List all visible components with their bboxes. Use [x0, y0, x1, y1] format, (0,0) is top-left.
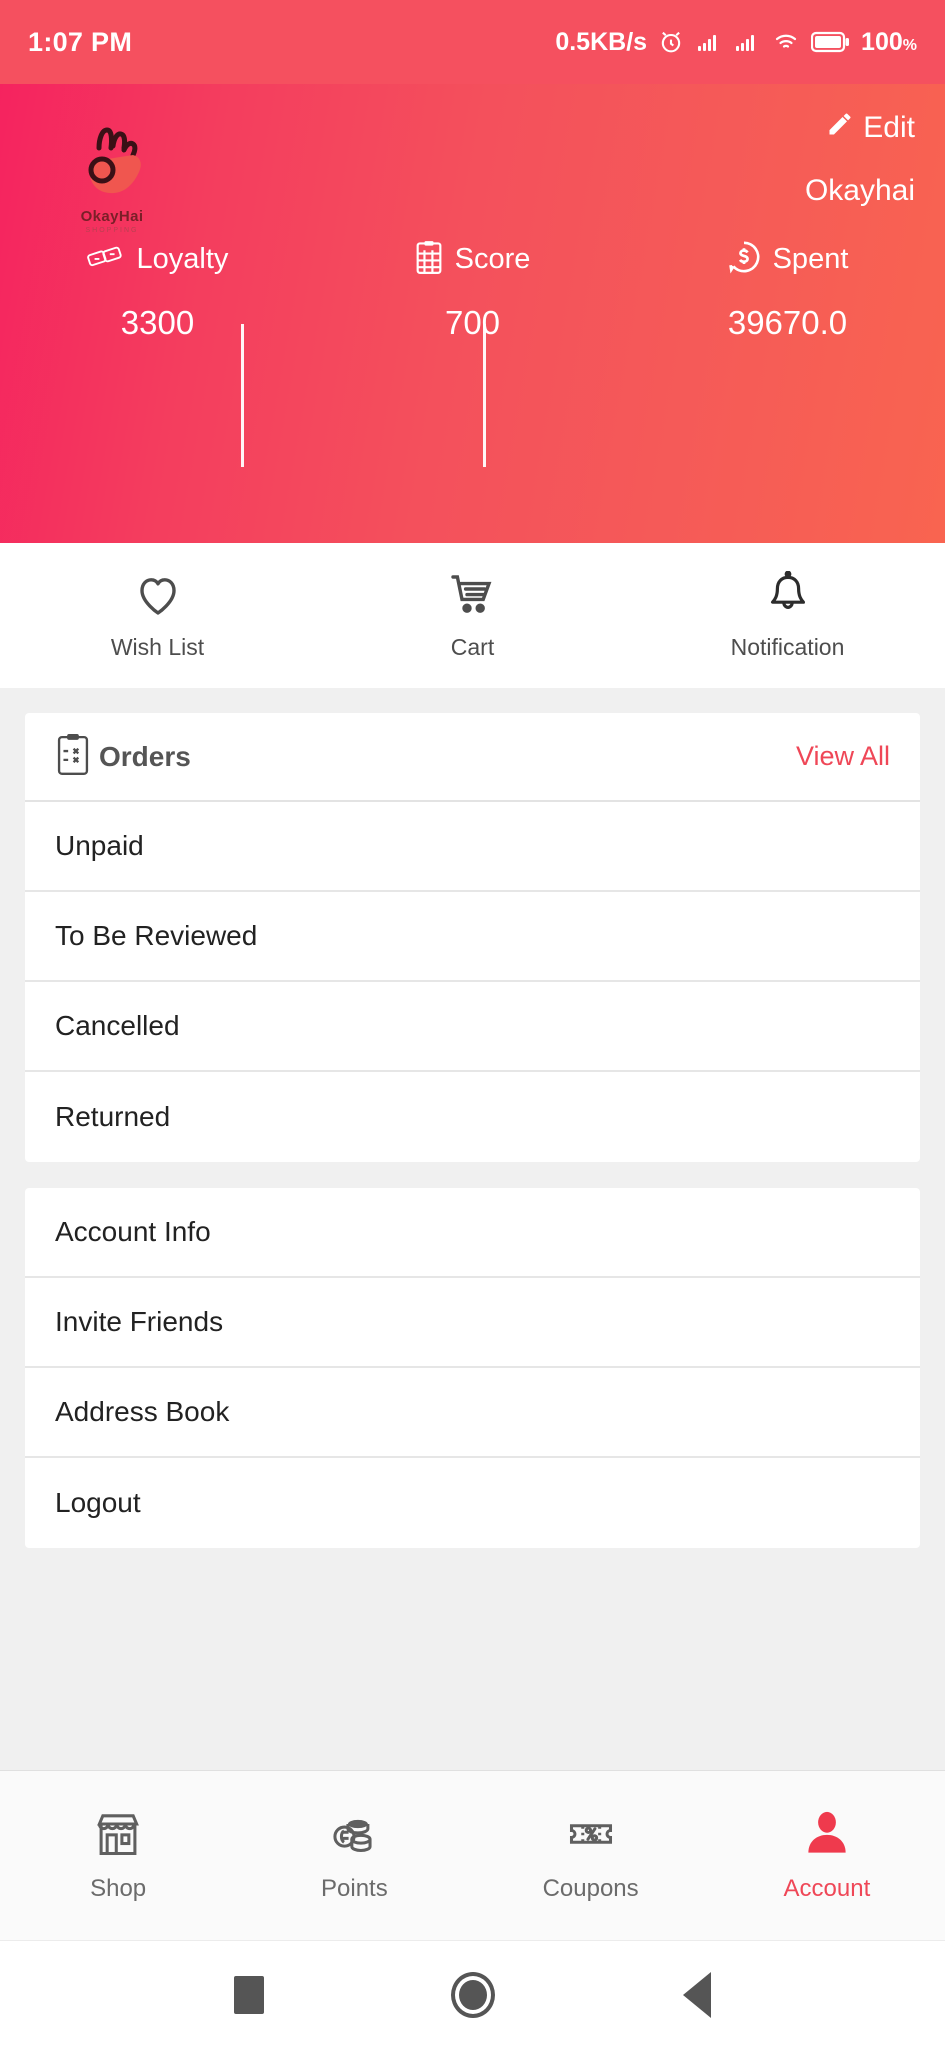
- view-all-link[interactable]: View All: [796, 741, 890, 772]
- account-row-account-info[interactable]: Account Info: [25, 1188, 920, 1278]
- brand-subtitle: SHOPPING: [85, 227, 139, 234]
- tab-label: Account: [783, 1875, 871, 1902]
- stat-label: Loyalty: [136, 242, 229, 275]
- order-row-cancelled[interactable]: Cancelled: [25, 982, 920, 1072]
- quick-actions-bar: Wish List Cart Notification: [0, 543, 945, 688]
- network-speed-text: 0.5KB/s: [555, 27, 648, 56]
- status-bar: 1:07 PM 0.5KB/s 100%: [0, 0, 945, 84]
- signal-icon: [733, 30, 761, 54]
- pencil-icon: [826, 110, 854, 146]
- tab-coupons[interactable]: Coupons: [473, 1808, 709, 1903]
- person-icon: [801, 1808, 853, 1865]
- quick-action-label: Cart: [450, 633, 495, 660]
- coupon-icon: [565, 1808, 617, 1865]
- status-bar-indicators: 0.5KB/s 100%: [555, 28, 917, 57]
- stat-score[interactable]: Score 700: [315, 234, 630, 434]
- account-row-invite-friends[interactable]: Invite Friends: [25, 1278, 920, 1368]
- order-row-returned[interactable]: Returned: [25, 1072, 920, 1162]
- back-triangle-icon[interactable]: [683, 1971, 712, 2018]
- loyalty-card-icon: [86, 242, 125, 277]
- order-row-unpaid[interactable]: Unpaid: [25, 802, 920, 892]
- orders-title: Orders: [99, 740, 191, 772]
- stat-spent[interactable]: Spent 39670.0: [630, 234, 945, 434]
- brand-logo: OkayHai SHOPPING: [52, 122, 172, 234]
- content-scroll-area[interactable]: Orders View All Unpaid To Be Reviewed Ca…: [0, 688, 945, 1770]
- recents-square-icon[interactable]: [233, 1975, 264, 2014]
- signal-icon: [695, 30, 723, 54]
- order-row-to-be-reviewed[interactable]: To Be Reviewed: [25, 892, 920, 982]
- quick-action-cart[interactable]: Cart: [315, 571, 630, 661]
- orders-clipboard-icon: [55, 732, 91, 781]
- score-clipboard-icon: [415, 240, 443, 279]
- ok-hand-icon: [88, 127, 141, 194]
- stat-label: Spent: [772, 242, 849, 275]
- dollar-coin-icon: [727, 240, 761, 279]
- account-row-address-book[interactable]: Address Book: [25, 1368, 920, 1458]
- home-circle-icon[interactable]: [451, 1971, 496, 2018]
- phone-screen: 1:07 PM 0.5KB/s 100% OkayHai SHOPPING Ed…: [0, 0, 945, 2048]
- heart-icon: [132, 571, 184, 624]
- stat-value: 3300: [120, 304, 195, 341]
- profile-header: OkayHai SHOPPING Edit Okayhai Loyalty 33…: [0, 84, 945, 543]
- account-card: Account Info Invite Friends Address Book…: [25, 1188, 920, 1548]
- bell-icon: [762, 570, 814, 624]
- tab-points[interactable]: Points: [236, 1808, 472, 1903]
- brand-name: OkayHai: [80, 208, 144, 225]
- edit-profile-button[interactable]: Edit: [826, 110, 915, 146]
- quick-action-label: Wish List: [110, 633, 205, 660]
- cart-icon: [447, 571, 499, 624]
- tab-shop[interactable]: Shop: [0, 1808, 236, 1903]
- stat-label: Score: [454, 242, 531, 275]
- stat-value: 39670.0: [727, 304, 848, 341]
- tab-label: Points: [321, 1875, 388, 1902]
- orders-card: Orders View All Unpaid To Be Reviewed Ca…: [25, 713, 920, 1162]
- stats-row: Loyalty 3300 Score 700 Spent 39670.0: [0, 234, 945, 467]
- quick-action-label: Notification: [730, 633, 845, 660]
- quick-action-notification[interactable]: Notification: [630, 570, 945, 661]
- status-bar-time: 1:07 PM: [28, 26, 133, 57]
- stat-value: 700: [444, 304, 501, 341]
- battery-icon: [811, 31, 851, 53]
- orders-card-header: Orders View All: [25, 713, 920, 802]
- store-icon: [92, 1808, 144, 1865]
- tab-account[interactable]: Account: [709, 1808, 945, 1903]
- tab-label: Shop: [90, 1875, 147, 1902]
- battery-percent: 100%: [861, 27, 917, 56]
- coins-icon: [328, 1808, 380, 1865]
- bottom-tab-bar: Shop Points Coupons Account: [0, 1770, 945, 1940]
- stat-loyalty[interactable]: Loyalty 3300: [0, 234, 315, 434]
- edit-label: Edit: [863, 111, 915, 144]
- wifi-icon: [771, 30, 801, 54]
- quick-action-wish-list[interactable]: Wish List: [0, 571, 315, 661]
- username-label: Okayhai: [804, 174, 915, 207]
- tab-label: Coupons: [542, 1875, 639, 1902]
- android-navigation-bar: [0, 1940, 945, 2048]
- alarm-icon: [657, 28, 685, 56]
- account-row-logout[interactable]: Logout: [25, 1458, 920, 1548]
